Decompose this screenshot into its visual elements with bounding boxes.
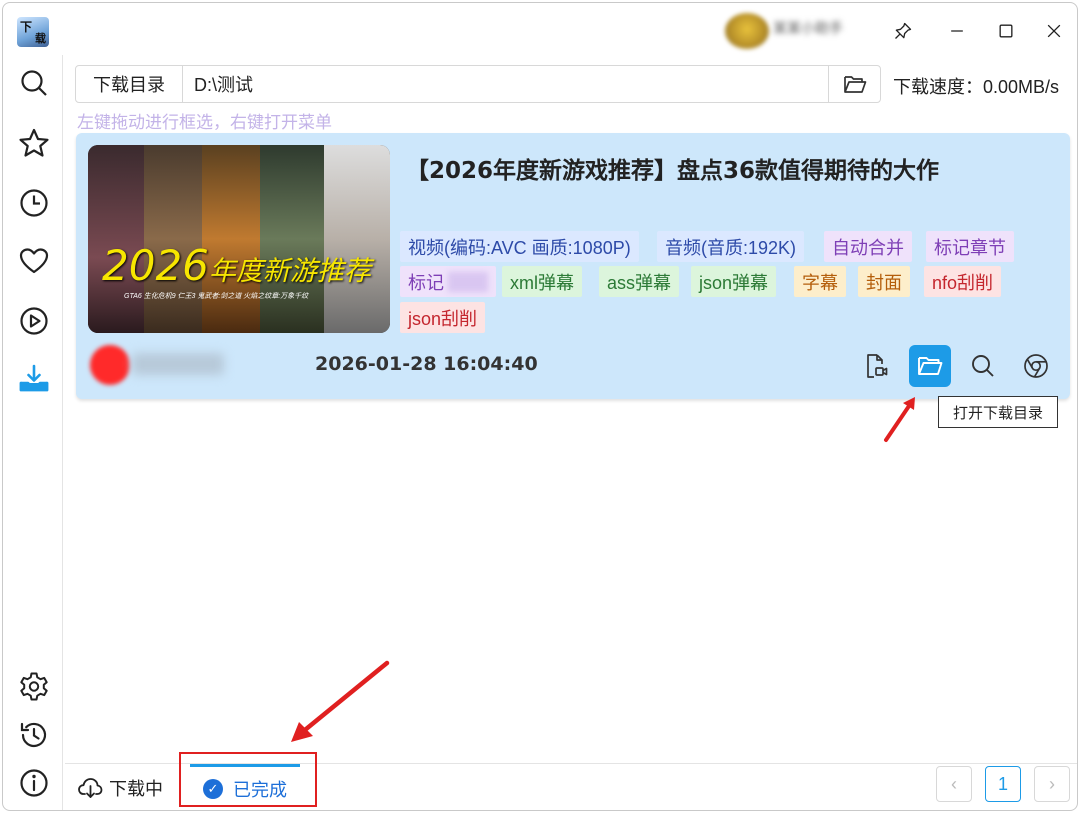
path-input[interactable]: D:\测试: [194, 66, 253, 102]
tag-audio: 音频(音质:192K): [657, 231, 805, 262]
sidebar-item-recent[interactable]: [16, 185, 52, 221]
tab-downloading[interactable]: 下载中: [77, 774, 163, 802]
tab-downloading-label: 下载中: [109, 779, 163, 799]
info-icon: [20, 769, 48, 797]
tag-json-scrape: json刮削: [400, 302, 486, 333]
user-name[interactable]: 某某小助手: [773, 18, 868, 40]
search-icon: [21, 70, 47, 96]
user-avatar[interactable]: [725, 13, 769, 49]
pin-button[interactable]: [883, 11, 923, 51]
heart-icon: [19, 248, 49, 274]
tag-nfo-scrape: nfo刮削: [924, 266, 1002, 297]
folder-open-icon: [918, 357, 943, 375]
minimize-icon: [951, 30, 963, 32]
uploader-avatar[interactable]: [90, 345, 130, 385]
close-icon: [1047, 24, 1061, 38]
maximize-button[interactable]: [986, 11, 1026, 51]
cloud-download-icon: [78, 778, 103, 798]
page-number-button[interactable]: 1: [985, 766, 1021, 802]
close-button[interactable]: [1034, 11, 1074, 51]
gear-icon: [20, 672, 48, 701]
sidebar-item-settings[interactable]: [16, 668, 52, 704]
sidebar-item-likes[interactable]: [16, 243, 52, 279]
uploader-name[interactable]: [132, 353, 224, 375]
sidebar-item-history[interactable]: [16, 717, 52, 753]
annotation-highlight-box: [179, 752, 317, 807]
selection-hint: 左键拖动进行框选，右键打开菜单: [77, 113, 332, 132]
tooltip-open-folder: 打开下载目录: [938, 396, 1058, 428]
sidebar-item-favorites[interactable]: [16, 125, 52, 161]
browse-folder-button[interactable]: [828, 66, 880, 102]
sidebar-item-about[interactable]: [16, 765, 52, 801]
download-speed: 下载速度：0.00MB/s: [893, 77, 1060, 97]
play-icon: [20, 307, 48, 335]
history-icon: [20, 722, 47, 748]
star-icon: [19, 128, 49, 157]
cover-subtitle: GTA6 生化危机9 仁王3 鬼武者:剑之道 火焰之纹章:万象千纹: [124, 293, 309, 300]
tag-video: 视频(编码:AVC 画质:1080P): [400, 231, 639, 262]
next-page-button[interactable]: ›: [1034, 766, 1070, 802]
tag-mark-chapters: 标记章节: [926, 231, 1014, 262]
annotation-arrow-icon: [291, 660, 390, 742]
tag-auto-merge: 自动合并: [824, 231, 912, 262]
minimize-button[interactable]: [937, 11, 977, 51]
open-browser-button[interactable]: [1015, 345, 1057, 387]
tag-subtitle: 字幕: [794, 266, 846, 297]
download-path-bar: 下载目录 D:\测试: [75, 65, 881, 103]
sidebar-item-download[interactable]: [16, 360, 52, 396]
cover-title: 2026年度新游推荐: [102, 241, 371, 290]
chrome-icon: [1024, 354, 1048, 378]
video-cover[interactable]: 2026年度新游推荐 GTA6 生化危机9 仁王3 鬼武者:剑之道 火焰之纹章:…: [88, 145, 390, 333]
play-file-button[interactable]: [854, 345, 896, 387]
prev-page-button[interactable]: ‹: [936, 766, 972, 802]
sidebar-item-play[interactable]: [16, 303, 52, 339]
tag-xml-danmaku: xml弹幕: [502, 266, 582, 297]
maximize-icon: [999, 24, 1013, 38]
download-datetime: 2026-01-28 16:04:40: [315, 353, 538, 375]
clock-icon: [20, 189, 48, 217]
tag-cover: 封面: [858, 266, 910, 297]
video-title: 【2026年度新游戏推荐】盘点36款值得期待的大作: [406, 158, 940, 184]
app-window: 下载 某某小助手 下载目录 D:\测试 下载速度：0.00MB/s 左键拖动进行…: [2, 2, 1078, 811]
download-item-card[interactable]: 2026年度新游推荐 GTA6 生化危机9 仁王3 鬼武者:剑之道 火焰之纹章:…: [76, 133, 1070, 399]
sidebar-item-search[interactable]: [16, 65, 52, 101]
tag-mark: 标记: [400, 266, 496, 297]
sidebar: [3, 55, 63, 810]
pin-icon: [895, 22, 912, 39]
tag-json-danmaku: json弹幕: [691, 266, 777, 297]
file-video-icon: [867, 354, 888, 378]
annotation-arrow-icon: [884, 397, 915, 442]
app-logo: 下载: [17, 17, 49, 47]
folder-open-icon: [843, 76, 866, 93]
open-folder-button[interactable]: [909, 345, 951, 387]
download-icon: [19, 364, 49, 392]
path-label-button[interactable]: 下载目录: [76, 66, 183, 102]
title-bar: 下载 某某小助手: [3, 3, 1077, 55]
search-file-button[interactable]: [962, 345, 1004, 387]
search-icon: [972, 355, 994, 377]
tag-ass-danmaku: ass弹幕: [599, 266, 680, 297]
